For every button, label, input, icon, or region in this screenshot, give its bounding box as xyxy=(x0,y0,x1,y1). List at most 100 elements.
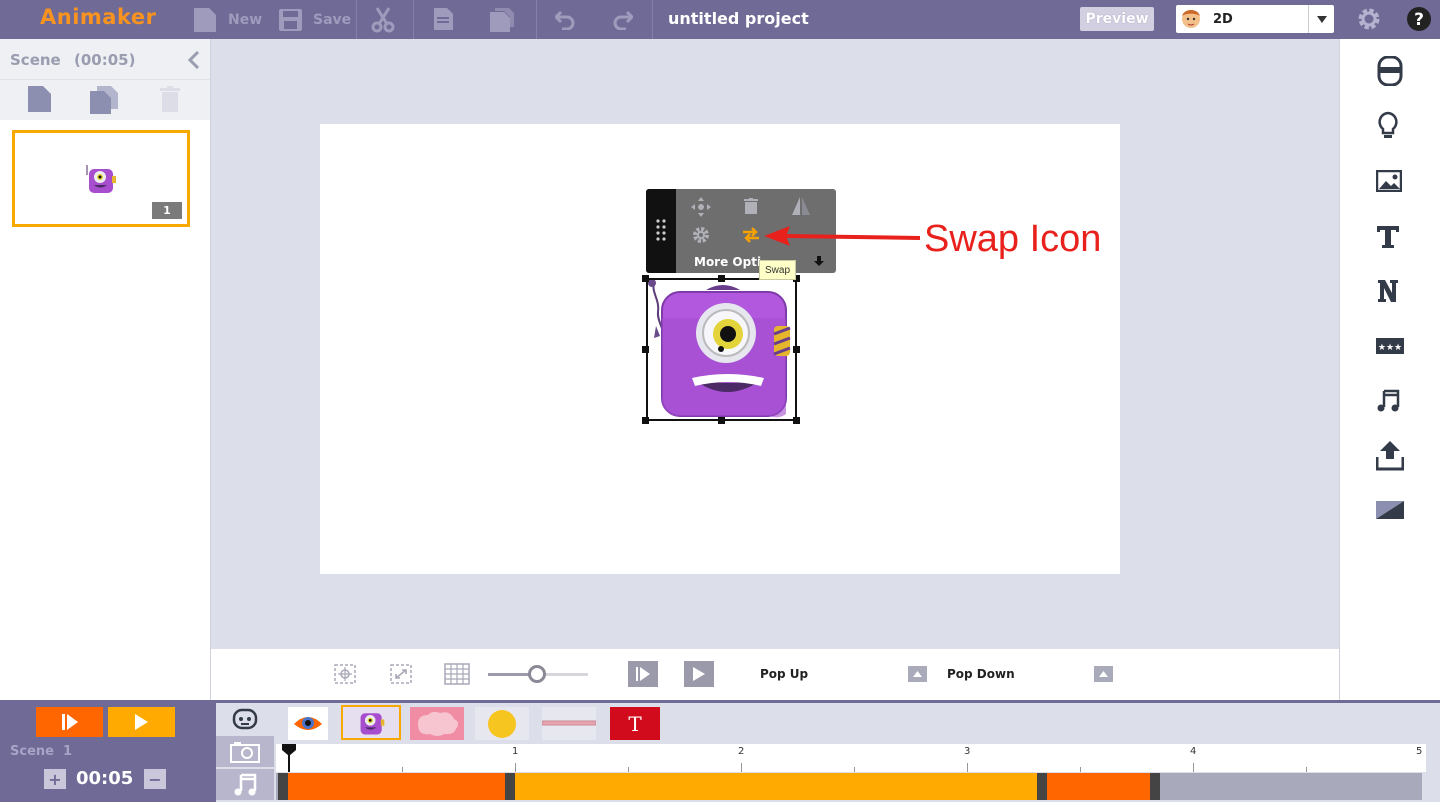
number-icon[interactable] xyxy=(1376,279,1400,303)
collapse-icon[interactable] xyxy=(188,51,200,69)
resize-handle-br[interactable] xyxy=(793,417,800,424)
play-from-start-button[interactable] xyxy=(628,661,658,687)
timeline-play-from-start-button[interactable] xyxy=(36,707,103,737)
chevron-up-icon xyxy=(1099,671,1108,677)
timeline-controls: Scene 1 + 00:05 − xyxy=(0,700,211,802)
scene-thumbnail[interactable]: 1 xyxy=(12,130,190,227)
ruler-label: 1 xyxy=(512,746,519,757)
timeline-item-eye[interactable] xyxy=(288,707,328,740)
monster-thumbnail-icon xyxy=(86,165,116,193)
save-button[interactable]: Save xyxy=(279,0,351,39)
grid-icon[interactable] xyxy=(444,663,470,685)
duplicate-scene-icon[interactable] xyxy=(90,86,120,114)
center-focus-icon[interactable] xyxy=(333,663,357,685)
exit-animation-toggle[interactable] xyxy=(1094,666,1113,682)
timeline-item-text[interactable]: T xyxy=(610,707,660,740)
duplicate-icon xyxy=(490,7,514,32)
upload-icon[interactable] xyxy=(1376,441,1404,471)
preview-button[interactable]: Preview xyxy=(1080,7,1154,31)
scene-duration: (00:05) xyxy=(73,51,136,69)
text-icon[interactable] xyxy=(1376,225,1400,249)
object-duration-bar[interactable] xyxy=(511,773,1038,800)
redo-button[interactable] xyxy=(613,0,633,39)
zoom-slider-knob[interactable] xyxy=(528,665,546,683)
undo-button[interactable] xyxy=(555,0,575,39)
gear-icon[interactable] xyxy=(1356,6,1382,32)
grip-icon xyxy=(656,219,666,241)
background-icon[interactable] xyxy=(1376,501,1404,519)
eye-icon xyxy=(294,717,322,730)
cut-button[interactable] xyxy=(371,0,395,39)
trash-icon[interactable] xyxy=(160,86,180,112)
ruler-tick xyxy=(515,763,516,772)
exit-animation-label[interactable]: Pop Down xyxy=(947,667,1015,681)
timeline-item-cloud[interactable] xyxy=(410,707,464,740)
timeline-scene-label: Scene 1 xyxy=(10,744,73,759)
enter-animation-toggle[interactable] xyxy=(908,666,927,682)
resize-handle-r[interactable] xyxy=(793,346,800,353)
timeline-ruler: 1 2 3 4 5 xyxy=(276,744,1426,772)
exit-animation-bar[interactable] xyxy=(1044,773,1151,800)
animation-control-bar: Pop Up Pop Down xyxy=(211,649,1339,700)
play-button[interactable] xyxy=(684,661,714,687)
selection-box[interactable] xyxy=(646,278,797,421)
camera-track-button[interactable] xyxy=(216,736,274,767)
increase-duration-button[interactable]: + xyxy=(44,769,66,789)
timeline-play-button[interactable] xyxy=(108,707,175,737)
help-icon[interactable]: ? xyxy=(1406,6,1432,32)
chevron-up-icon xyxy=(913,671,922,677)
ruler-tick xyxy=(1306,767,1307,772)
character-icon[interactable] xyxy=(1376,56,1404,86)
ruler-tick xyxy=(628,767,629,772)
flip-icon[interactable] xyxy=(792,197,810,215)
resize-handle-tl[interactable] xyxy=(642,275,649,282)
resize-handle-l[interactable] xyxy=(642,346,649,353)
timeline-item-circle[interactable] xyxy=(475,707,529,740)
bar-split-handle[interactable] xyxy=(505,773,515,800)
app-logo: Animaker xyxy=(40,5,157,29)
enter-animation-label[interactable]: Pop Up xyxy=(760,667,808,681)
settings-icon[interactable] xyxy=(692,226,710,244)
lightbulb-icon[interactable] xyxy=(1376,111,1400,141)
new-button[interactable]: New xyxy=(194,0,262,39)
effects-icon[interactable]: ★★★ xyxy=(1376,336,1404,356)
mode-select[interactable]: 2D xyxy=(1176,5,1334,33)
arrow-down-icon[interactable] xyxy=(814,256,824,266)
character-track-button[interactable] xyxy=(216,703,274,734)
bar-end-handle[interactable] xyxy=(1150,773,1160,800)
bar-start-handle[interactable] xyxy=(278,773,288,800)
move-icon[interactable] xyxy=(691,197,711,217)
music-track-button[interactable] xyxy=(216,769,274,800)
scene-panel-header: Scene (00:05) xyxy=(0,39,210,79)
more-options-label[interactable]: More Opti xyxy=(694,255,761,269)
copy-button[interactable] xyxy=(431,0,455,39)
resize-handle-b[interactable] xyxy=(718,417,725,424)
delete-icon[interactable] xyxy=(744,198,758,214)
resize-handle-bl[interactable] xyxy=(642,417,649,424)
timeline-item-line[interactable] xyxy=(541,707,597,740)
decrease-duration-button[interactable]: − xyxy=(144,769,166,789)
ruler-label: 4 xyxy=(1190,746,1197,757)
add-scene-icon[interactable] xyxy=(28,86,51,112)
avatar-icon xyxy=(1182,10,1200,28)
toolbar-divider xyxy=(652,0,653,39)
save-label: Save xyxy=(313,11,352,28)
ruler-tick xyxy=(1193,763,1194,772)
fit-screen-icon[interactable] xyxy=(389,663,413,685)
paste-button[interactable] xyxy=(490,0,514,39)
bar-split-handle[interactable] xyxy=(1037,773,1047,800)
ruler-tick xyxy=(402,767,403,772)
resize-handle-t[interactable] xyxy=(718,275,725,282)
play-icon xyxy=(135,714,148,730)
timeline-item-monster[interactable] xyxy=(341,705,401,740)
annotation-arrow xyxy=(764,226,921,246)
asset-sidebar: ★★★ xyxy=(1339,39,1440,700)
drag-handle[interactable] xyxy=(646,189,676,273)
chevron-down-icon[interactable] xyxy=(1308,5,1334,33)
entry-animation-bar[interactable] xyxy=(284,773,506,800)
swap-icon[interactable] xyxy=(742,227,760,243)
music-icon[interactable] xyxy=(1376,389,1400,413)
image-icon[interactable] xyxy=(1376,170,1402,192)
project-title[interactable]: untitled project xyxy=(668,9,809,28)
mode-value: 2D xyxy=(1213,11,1233,27)
